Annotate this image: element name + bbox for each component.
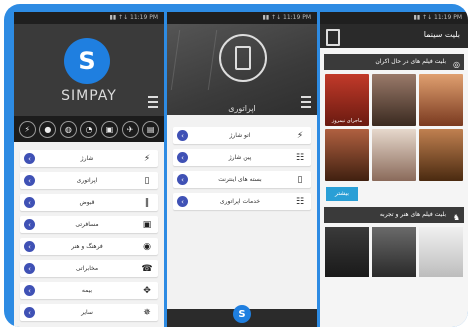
poster-grid-art bbox=[320, 227, 468, 277]
menu-icon[interactable] bbox=[148, 96, 158, 108]
art-icon: ♞ bbox=[452, 213, 460, 222]
menu-item-travel[interactable]: ‹ مسافرتی ▣ bbox=[20, 216, 158, 233]
section-title: بلیت فیلم های هنر و تجربه bbox=[379, 211, 446, 218]
movie-poster[interactable] bbox=[325, 129, 369, 181]
bolt-icon[interactable]: ⚡ bbox=[18, 120, 36, 138]
home-header: S SIMPAY bbox=[14, 24, 164, 116]
menu-item-operator-services[interactable]: ‹ خدمات اپراتوری ☷ bbox=[173, 193, 311, 210]
phone-icon bbox=[219, 34, 267, 82]
menu-item-auto-charge[interactable]: ‹ اتو شارژ ⚡ bbox=[173, 127, 311, 144]
telephone-icon: ☎ bbox=[141, 263, 153, 274]
menu-item-telecom[interactable]: ‹ مخابراتی ☎ bbox=[20, 260, 158, 277]
film-reel-icon: ◎ bbox=[453, 60, 460, 69]
menu-item-culture[interactable]: ‹ فرهنگ و هنر ◉ bbox=[20, 238, 158, 255]
theater-icon: ◉ bbox=[143, 241, 151, 252]
cinema-header: بلیت سینما bbox=[320, 24, 468, 48]
chevron-left-icon: ‹ bbox=[24, 153, 35, 164]
menu-item-insurance[interactable]: ‹ بیمه ✥ bbox=[20, 282, 158, 299]
movie-poster[interactable] bbox=[419, 227, 463, 277]
operator-screen: ▮▮ ↑↓ 11:19 PM اپراتوری ‹ اتو شارژ ⚡ ‹ پین … bbox=[167, 12, 317, 327]
page-title: بلیت سینما bbox=[423, 30, 460, 39]
movie-poster[interactable] bbox=[325, 227, 369, 277]
movie-poster[interactable] bbox=[372, 129, 416, 181]
menu-item-label: فرهنگ و هنر bbox=[71, 243, 103, 250]
menu-item-label: اتو شارژ bbox=[229, 132, 251, 139]
bottom-bar: S bbox=[167, 305, 317, 327]
menu-item-label: خدمات اپراتوری bbox=[219, 198, 261, 205]
barcode-icon: ‖ bbox=[144, 197, 150, 208]
globe-icon[interactable]: ◍ bbox=[59, 120, 77, 138]
home-button[interactable]: S bbox=[233, 305, 251, 323]
movie-poster[interactable]: ماجرای نیمروز bbox=[325, 74, 369, 126]
chevron-left-icon: ‹ bbox=[24, 197, 35, 208]
bolt-icon: ⚡ bbox=[143, 153, 151, 164]
bill-icon[interactable]: ▤ bbox=[142, 120, 160, 138]
menu-item-label: بسته های اینترنت bbox=[218, 176, 262, 183]
chevron-left-icon: ‹ bbox=[24, 285, 35, 296]
menu-item-operator[interactable]: ‹ اپراتوری ▯ bbox=[20, 172, 158, 189]
simpay-logo: S bbox=[64, 38, 110, 84]
menu-item-label: پین شارژ bbox=[228, 154, 252, 161]
menu-item-other[interactable]: ‹ سایر ✵ bbox=[20, 304, 158, 321]
status-bar: ▮▮ ↑↓ 11:19 PM bbox=[167, 12, 317, 24]
poster-grid: ماجرای نیمروز bbox=[320, 74, 468, 181]
movie-poster[interactable] bbox=[372, 227, 416, 277]
menu-item-pin-charge[interactable]: ‹ پین شارژ ☷ bbox=[173, 149, 311, 166]
more-button[interactable]: بیشتر bbox=[326, 187, 358, 201]
menu-item-label: مخابراتی bbox=[75, 265, 99, 272]
movie-poster[interactable] bbox=[419, 129, 463, 181]
brand-name: SIMPAY bbox=[61, 88, 117, 104]
menu-item-label: اپراتوری bbox=[76, 177, 98, 184]
chevron-left-icon: ‹ bbox=[177, 196, 188, 207]
menu-icon[interactable] bbox=[301, 96, 311, 108]
menu-item-bills[interactable]: ‹ قبوض ‖ bbox=[20, 194, 158, 211]
chevron-left-icon: ‹ bbox=[24, 241, 35, 252]
status-bar: ▮▮ ↑↓ 11:19 PM bbox=[14, 12, 164, 24]
chevron-left-icon: ‹ bbox=[24, 263, 35, 274]
tower-graphic bbox=[170, 30, 218, 90]
chevron-left-icon: ‹ bbox=[24, 219, 35, 230]
bolt-icon: ⚡ bbox=[296, 130, 304, 141]
chevron-left-icon: ‹ bbox=[177, 152, 188, 163]
phone-wifi-icon: ▯ bbox=[297, 174, 303, 185]
chevron-left-icon: ‹ bbox=[24, 175, 35, 186]
status-bar: ▮▮ ↑↓ 11:19 PM bbox=[320, 12, 468, 24]
operator-header: اپراتوری bbox=[167, 24, 317, 115]
menu-item-charge[interactable]: ‹ شارژ ⚡ bbox=[20, 150, 158, 167]
home-menu: ‹ شارژ ⚡ ‹ اپراتوری ▯ ‹ قبوض ‖ ‹ مسافرتی ▣ ‹ فرهن… bbox=[14, 142, 164, 327]
menu-item-label: بیمه bbox=[81, 287, 93, 294]
section-now-showing: بلیت فیلم های در حال اکران ◎ bbox=[324, 54, 464, 70]
section-art-experience: بلیت فیلم های هنر و تجربه ♞ bbox=[324, 207, 464, 223]
chevron-left-icon: ‹ bbox=[177, 130, 188, 141]
menu-item-label: شارژ bbox=[80, 155, 94, 162]
section-title: بلیت فیلم های در حال اکران bbox=[375, 58, 446, 65]
menu-item-internet-packages[interactable]: ‹ بسته های اینترنت ▯ bbox=[173, 171, 311, 188]
operator-menu: ‹ اتو شارژ ⚡ ‹ پین شارژ ☷ ‹ بسته های اینترنت ▯… bbox=[167, 115, 317, 227]
phone-icon: ▯ bbox=[144, 175, 150, 186]
movie-poster[interactable] bbox=[372, 74, 416, 126]
film-icon bbox=[326, 29, 340, 46]
luggage-icon: ▣ bbox=[142, 219, 152, 230]
chat-icon[interactable]: ◔ bbox=[80, 120, 98, 138]
other-icon: ✵ bbox=[143, 307, 151, 318]
menu-item-label: مسافرتی bbox=[75, 221, 99, 228]
menu-item-label: قبوض bbox=[79, 199, 95, 206]
chevron-left-icon: ‹ bbox=[24, 307, 35, 318]
home-screen: ▮▮ ↑↓ 11:19 PM S SIMPAY ⚡ ● ◍ ◔ ▣ ✈ ▤ ‹ ش… bbox=[14, 12, 164, 327]
dial-icon: ☷ bbox=[295, 196, 305, 207]
bus-icon[interactable]: ▣ bbox=[101, 120, 119, 138]
movie-poster[interactable] bbox=[419, 74, 463, 126]
plane-icon[interactable]: ✈ bbox=[121, 120, 139, 138]
keypad-icon: ☷ bbox=[295, 152, 305, 163]
quick-actions: ⚡ ● ◍ ◔ ▣ ✈ ▤ bbox=[14, 116, 164, 142]
screenshot-frame: ▮▮ ↑↓ 11:19 PM S SIMPAY ⚡ ● ◍ ◔ ▣ ✈ ▤ ‹ ش… bbox=[4, 4, 468, 327]
cinema-screen: ▮▮ ↑↓ 11:19 PM بلیت سینما بلیت فیلم های … bbox=[320, 12, 468, 327]
chevron-left-icon: ‹ bbox=[177, 174, 188, 185]
insurance-icon: ✥ bbox=[143, 285, 151, 296]
menu-item-label: سایر bbox=[81, 309, 93, 316]
page-title: اپراتوری bbox=[228, 104, 256, 113]
user-icon[interactable]: ● bbox=[39, 120, 57, 138]
